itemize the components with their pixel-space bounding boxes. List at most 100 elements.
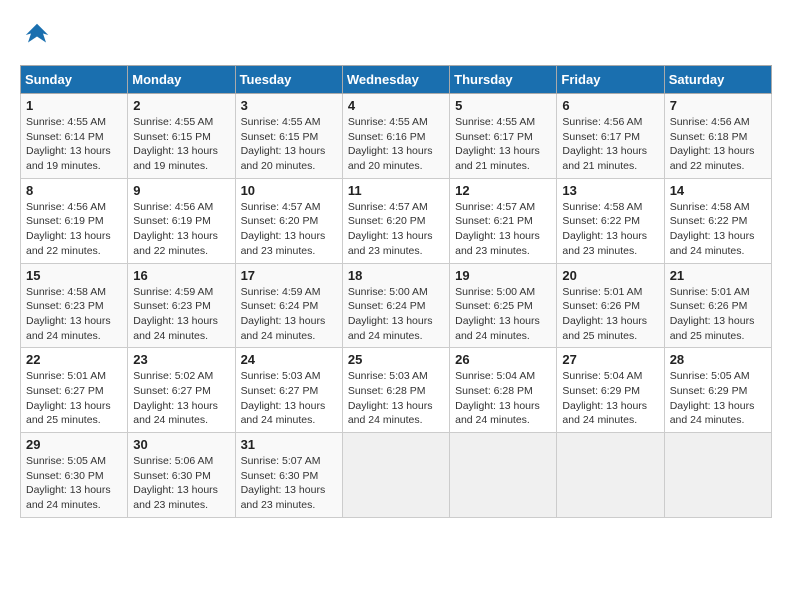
calendar-cell: 21 Sunrise: 5:01 AM Sunset: 6:26 PM Dayl… [664,263,771,348]
day-number: 2 [133,98,229,113]
day-info: Sunrise: 5:03 AM Sunset: 6:27 PM Dayligh… [241,369,337,428]
day-number: 30 [133,437,229,452]
day-info: Sunrise: 4:59 AM Sunset: 6:24 PM Dayligh… [241,285,337,344]
day-number: 8 [26,183,122,198]
calendar-cell: 13 Sunrise: 4:58 AM Sunset: 6:22 PM Dayl… [557,178,664,263]
calendar-cell: 28 Sunrise: 5:05 AM Sunset: 6:29 PM Dayl… [664,348,771,433]
page-header [20,20,772,55]
day-info: Sunrise: 5:02 AM Sunset: 6:27 PM Dayligh… [133,369,229,428]
day-number: 15 [26,268,122,283]
calendar-cell [557,433,664,518]
calendar-cell: 10 Sunrise: 4:57 AM Sunset: 6:20 PM Dayl… [235,178,342,263]
day-number: 17 [241,268,337,283]
calendar-cell: 11 Sunrise: 4:57 AM Sunset: 6:20 PM Dayl… [342,178,449,263]
day-number: 24 [241,352,337,367]
calendar-cell: 14 Sunrise: 4:58 AM Sunset: 6:22 PM Dayl… [664,178,771,263]
day-info: Sunrise: 4:58 AM Sunset: 6:22 PM Dayligh… [670,200,766,259]
calendar-cell: 5 Sunrise: 4:55 AM Sunset: 6:17 PM Dayli… [450,94,557,179]
calendar-cell: 30 Sunrise: 5:06 AM Sunset: 6:30 PM Dayl… [128,433,235,518]
calendar-cell [664,433,771,518]
calendar-cell: 18 Sunrise: 5:00 AM Sunset: 6:24 PM Dayl… [342,263,449,348]
calendar-header-row: SundayMondayTuesdayWednesdayThursdayFrid… [21,66,772,94]
day-number: 28 [670,352,766,367]
day-number: 27 [562,352,658,367]
calendar-cell: 4 Sunrise: 4:55 AM Sunset: 6:16 PM Dayli… [342,94,449,179]
day-number: 1 [26,98,122,113]
day-info: Sunrise: 5:03 AM Sunset: 6:28 PM Dayligh… [348,369,444,428]
day-info: Sunrise: 4:58 AM Sunset: 6:22 PM Dayligh… [562,200,658,259]
calendar-week-4: 22 Sunrise: 5:01 AM Sunset: 6:27 PM Dayl… [21,348,772,433]
day-info: Sunrise: 4:55 AM Sunset: 6:15 PM Dayligh… [133,115,229,174]
calendar-cell: 12 Sunrise: 4:57 AM Sunset: 6:21 PM Dayl… [450,178,557,263]
day-number: 22 [26,352,122,367]
calendar-cell [450,433,557,518]
calendar-cell [342,433,449,518]
day-number: 25 [348,352,444,367]
day-number: 16 [133,268,229,283]
calendar-cell: 22 Sunrise: 5:01 AM Sunset: 6:27 PM Dayl… [21,348,128,433]
day-info: Sunrise: 5:06 AM Sunset: 6:30 PM Dayligh… [133,454,229,513]
weekday-header-saturday: Saturday [664,66,771,94]
day-info: Sunrise: 4:56 AM Sunset: 6:17 PM Dayligh… [562,115,658,174]
calendar-cell: 15 Sunrise: 4:58 AM Sunset: 6:23 PM Dayl… [21,263,128,348]
calendar-week-2: 8 Sunrise: 4:56 AM Sunset: 6:19 PM Dayli… [21,178,772,263]
day-info: Sunrise: 4:55 AM Sunset: 6:17 PM Dayligh… [455,115,551,174]
day-number: 19 [455,268,551,283]
calendar-cell: 3 Sunrise: 4:55 AM Sunset: 6:15 PM Dayli… [235,94,342,179]
calendar-cell: 23 Sunrise: 5:02 AM Sunset: 6:27 PM Dayl… [128,348,235,433]
calendar-cell: 7 Sunrise: 4:56 AM Sunset: 6:18 PM Dayli… [664,94,771,179]
day-info: Sunrise: 5:01 AM Sunset: 6:27 PM Dayligh… [26,369,122,428]
day-number: 5 [455,98,551,113]
day-number: 23 [133,352,229,367]
day-info: Sunrise: 5:07 AM Sunset: 6:30 PM Dayligh… [241,454,337,513]
day-info: Sunrise: 4:55 AM Sunset: 6:14 PM Dayligh… [26,115,122,174]
weekday-header-monday: Monday [128,66,235,94]
day-number: 13 [562,183,658,198]
day-info: Sunrise: 4:56 AM Sunset: 6:18 PM Dayligh… [670,115,766,174]
day-number: 14 [670,183,766,198]
calendar-cell: 2 Sunrise: 4:55 AM Sunset: 6:15 PM Dayli… [128,94,235,179]
day-info: Sunrise: 5:04 AM Sunset: 6:29 PM Dayligh… [562,369,658,428]
calendar-cell: 16 Sunrise: 4:59 AM Sunset: 6:23 PM Dayl… [128,263,235,348]
day-info: Sunrise: 5:04 AM Sunset: 6:28 PM Dayligh… [455,369,551,428]
weekday-header-wednesday: Wednesday [342,66,449,94]
day-info: Sunrise: 4:57 AM Sunset: 6:20 PM Dayligh… [348,200,444,259]
day-info: Sunrise: 4:57 AM Sunset: 6:20 PM Dayligh… [241,200,337,259]
calendar-week-1: 1 Sunrise: 4:55 AM Sunset: 6:14 PM Dayli… [21,94,772,179]
day-number: 21 [670,268,766,283]
calendar-cell: 9 Sunrise: 4:56 AM Sunset: 6:19 PM Dayli… [128,178,235,263]
day-info: Sunrise: 5:00 AM Sunset: 6:25 PM Dayligh… [455,285,551,344]
logo-icon [22,20,52,50]
calendar-body: 1 Sunrise: 4:55 AM Sunset: 6:14 PM Dayli… [21,94,772,518]
day-info: Sunrise: 4:56 AM Sunset: 6:19 PM Dayligh… [133,200,229,259]
day-number: 7 [670,98,766,113]
day-number: 26 [455,352,551,367]
day-number: 9 [133,183,229,198]
day-number: 6 [562,98,658,113]
weekday-header-sunday: Sunday [21,66,128,94]
calendar-week-3: 15 Sunrise: 4:58 AM Sunset: 6:23 PM Dayl… [21,263,772,348]
calendar-cell: 25 Sunrise: 5:03 AM Sunset: 6:28 PM Dayl… [342,348,449,433]
calendar-cell: 8 Sunrise: 4:56 AM Sunset: 6:19 PM Dayli… [21,178,128,263]
calendar-week-5: 29 Sunrise: 5:05 AM Sunset: 6:30 PM Dayl… [21,433,772,518]
day-number: 20 [562,268,658,283]
day-number: 29 [26,437,122,452]
day-info: Sunrise: 5:01 AM Sunset: 6:26 PM Dayligh… [670,285,766,344]
calendar-table: SundayMondayTuesdayWednesdayThursdayFrid… [20,65,772,518]
calendar-cell: 29 Sunrise: 5:05 AM Sunset: 6:30 PM Dayl… [21,433,128,518]
day-info: Sunrise: 4:56 AM Sunset: 6:19 PM Dayligh… [26,200,122,259]
day-number: 3 [241,98,337,113]
day-number: 4 [348,98,444,113]
day-number: 31 [241,437,337,452]
calendar-cell: 17 Sunrise: 4:59 AM Sunset: 6:24 PM Dayl… [235,263,342,348]
day-number: 10 [241,183,337,198]
day-info: Sunrise: 4:57 AM Sunset: 6:21 PM Dayligh… [455,200,551,259]
day-number: 12 [455,183,551,198]
day-info: Sunrise: 5:05 AM Sunset: 6:30 PM Dayligh… [26,454,122,513]
day-info: Sunrise: 4:55 AM Sunset: 6:15 PM Dayligh… [241,115,337,174]
day-info: Sunrise: 5:01 AM Sunset: 6:26 PM Dayligh… [562,285,658,344]
day-number: 11 [348,183,444,198]
day-info: Sunrise: 4:55 AM Sunset: 6:16 PM Dayligh… [348,115,444,174]
calendar-cell: 19 Sunrise: 5:00 AM Sunset: 6:25 PM Dayl… [450,263,557,348]
weekday-header-tuesday: Tuesday [235,66,342,94]
